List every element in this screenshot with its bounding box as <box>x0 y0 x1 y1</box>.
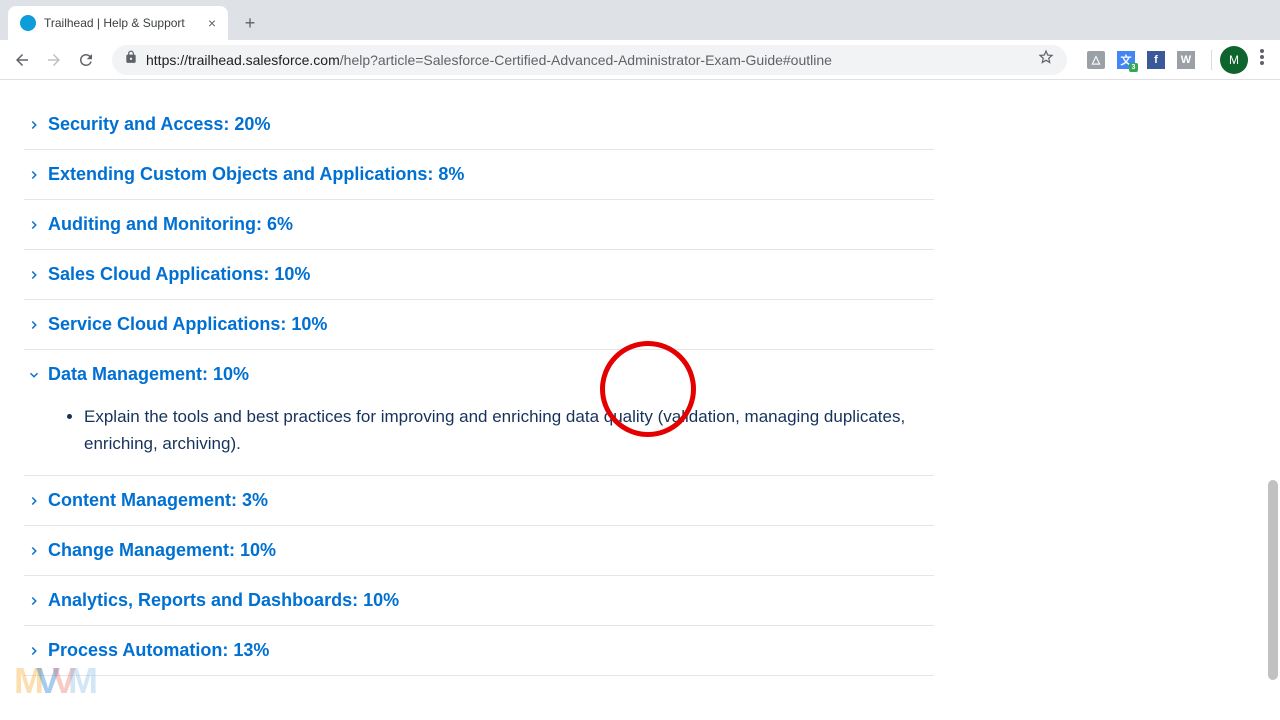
address-bar[interactable]: https://trailhead.salesforce.com/help?ar… <box>112 45 1067 75</box>
chevron-right-icon <box>24 641 44 661</box>
page-content[interactable]: Security and Access: 20% Extending Custom… <box>0 80 1280 720</box>
chevron-right-icon <box>24 315 44 335</box>
outline-toggle[interactable]: Process Automation: 13% <box>24 640 934 661</box>
divider <box>1211 50 1212 70</box>
outline-title: Process Automation: 13% <box>48 640 269 661</box>
chevron-right-icon <box>24 491 44 511</box>
exam-outline-list: Security and Access: 20% Extending Custom… <box>24 100 934 676</box>
outline-item: Process Automation: 13% <box>24 626 934 676</box>
chevron-right-icon <box>24 541 44 561</box>
outline-toggle[interactable]: Analytics, Reports and Dashboards: 10% <box>24 590 934 611</box>
drive-extension-icon[interactable]: △ <box>1087 51 1105 69</box>
outline-item: Change Management: 10% <box>24 526 934 576</box>
outline-item: Auditing and Monitoring: 6% <box>24 200 934 250</box>
wikipedia-extension-icon[interactable]: W <box>1177 51 1195 69</box>
lock-icon <box>124 50 138 69</box>
chevron-right-icon <box>24 215 44 235</box>
back-button[interactable] <box>8 46 36 74</box>
scrollbar-track <box>1266 80 1280 720</box>
outline-title: Sales Cloud Applications: 10% <box>48 264 310 285</box>
new-tab-button[interactable]: + <box>236 9 264 37</box>
outline-title: Service Cloud Applications: 10% <box>48 314 327 335</box>
profile-avatar[interactable]: M <box>1220 46 1248 74</box>
outline-item: Extending Custom Objects and Application… <box>24 150 934 200</box>
outline-item: Sales Cloud Applications: 10% <box>24 250 934 300</box>
outline-toggle[interactable]: Auditing and Monitoring: 6% <box>24 214 934 235</box>
close-tab-icon[interactable]: × <box>208 15 216 31</box>
outline-title: Change Management: 10% <box>48 540 276 561</box>
outline-toggle[interactable]: Change Management: 10% <box>24 540 934 561</box>
outline-title: Data Management: 10% <box>48 364 249 385</box>
watermark-logo: M V V M <box>14 660 90 702</box>
tab-title: Trailhead | Help & Support <box>44 16 200 30</box>
outline-toggle[interactable]: Extending Custom Objects and Application… <box>24 164 934 185</box>
favicon-icon <box>20 15 36 31</box>
browser-toolbar: https://trailhead.salesforce.com/help?ar… <box>0 40 1280 80</box>
chevron-right-icon <box>24 265 44 285</box>
chevron-right-icon <box>24 165 44 185</box>
reload-button[interactable] <box>72 46 100 74</box>
outline-item: Analytics, Reports and Dashboards: 10% <box>24 576 934 626</box>
outline-toggle[interactable]: Data Management: 10% <box>24 364 934 385</box>
forward-button[interactable] <box>40 46 68 74</box>
outline-item: Service Cloud Applications: 10% <box>24 300 934 350</box>
facebook-extension-icon[interactable]: f <box>1147 51 1165 69</box>
bookmark-star-icon[interactable] <box>1037 48 1055 71</box>
outline-title: Extending Custom Objects and Application… <box>48 164 464 185</box>
outline-title: Analytics, Reports and Dashboards: 10% <box>48 590 399 611</box>
browser-menu-button[interactable] <box>1252 49 1272 70</box>
outline-toggle[interactable]: Content Management: 3% <box>24 490 934 511</box>
outline-content: Explain the tools and best practices for… <box>24 385 934 461</box>
browser-tab-bar: Trailhead | Help & Support × + <box>0 0 1280 40</box>
chevron-down-icon <box>24 365 44 385</box>
outline-toggle[interactable]: Service Cloud Applications: 10% <box>24 314 934 335</box>
browser-tab[interactable]: Trailhead | Help & Support × <box>8 6 228 40</box>
chevron-right-icon <box>24 115 44 135</box>
outline-title: Content Management: 3% <box>48 490 268 511</box>
url-text: https://trailhead.salesforce.com/help?ar… <box>146 52 1029 68</box>
outline-bullet: Explain the tools and best practices for… <box>84 403 934 457</box>
translate-extension-icon[interactable]: 文3 <box>1117 51 1135 69</box>
outline-title: Auditing and Monitoring: 6% <box>48 214 293 235</box>
outline-title: Security and Access: 20% <box>48 114 270 135</box>
extension-icons: △ 文3 f W <box>1079 51 1203 69</box>
outline-toggle[interactable]: Security and Access: 20% <box>24 114 934 135</box>
outline-item: Content Management: 3% <box>24 476 934 526</box>
outline-item: Security and Access: 20% <box>24 100 934 150</box>
outline-item: Data Management: 10% Explain the tools an… <box>24 350 934 476</box>
scrollbar-thumb[interactable] <box>1268 480 1278 680</box>
outline-toggle[interactable]: Sales Cloud Applications: 10% <box>24 264 934 285</box>
chevron-right-icon <box>24 591 44 611</box>
